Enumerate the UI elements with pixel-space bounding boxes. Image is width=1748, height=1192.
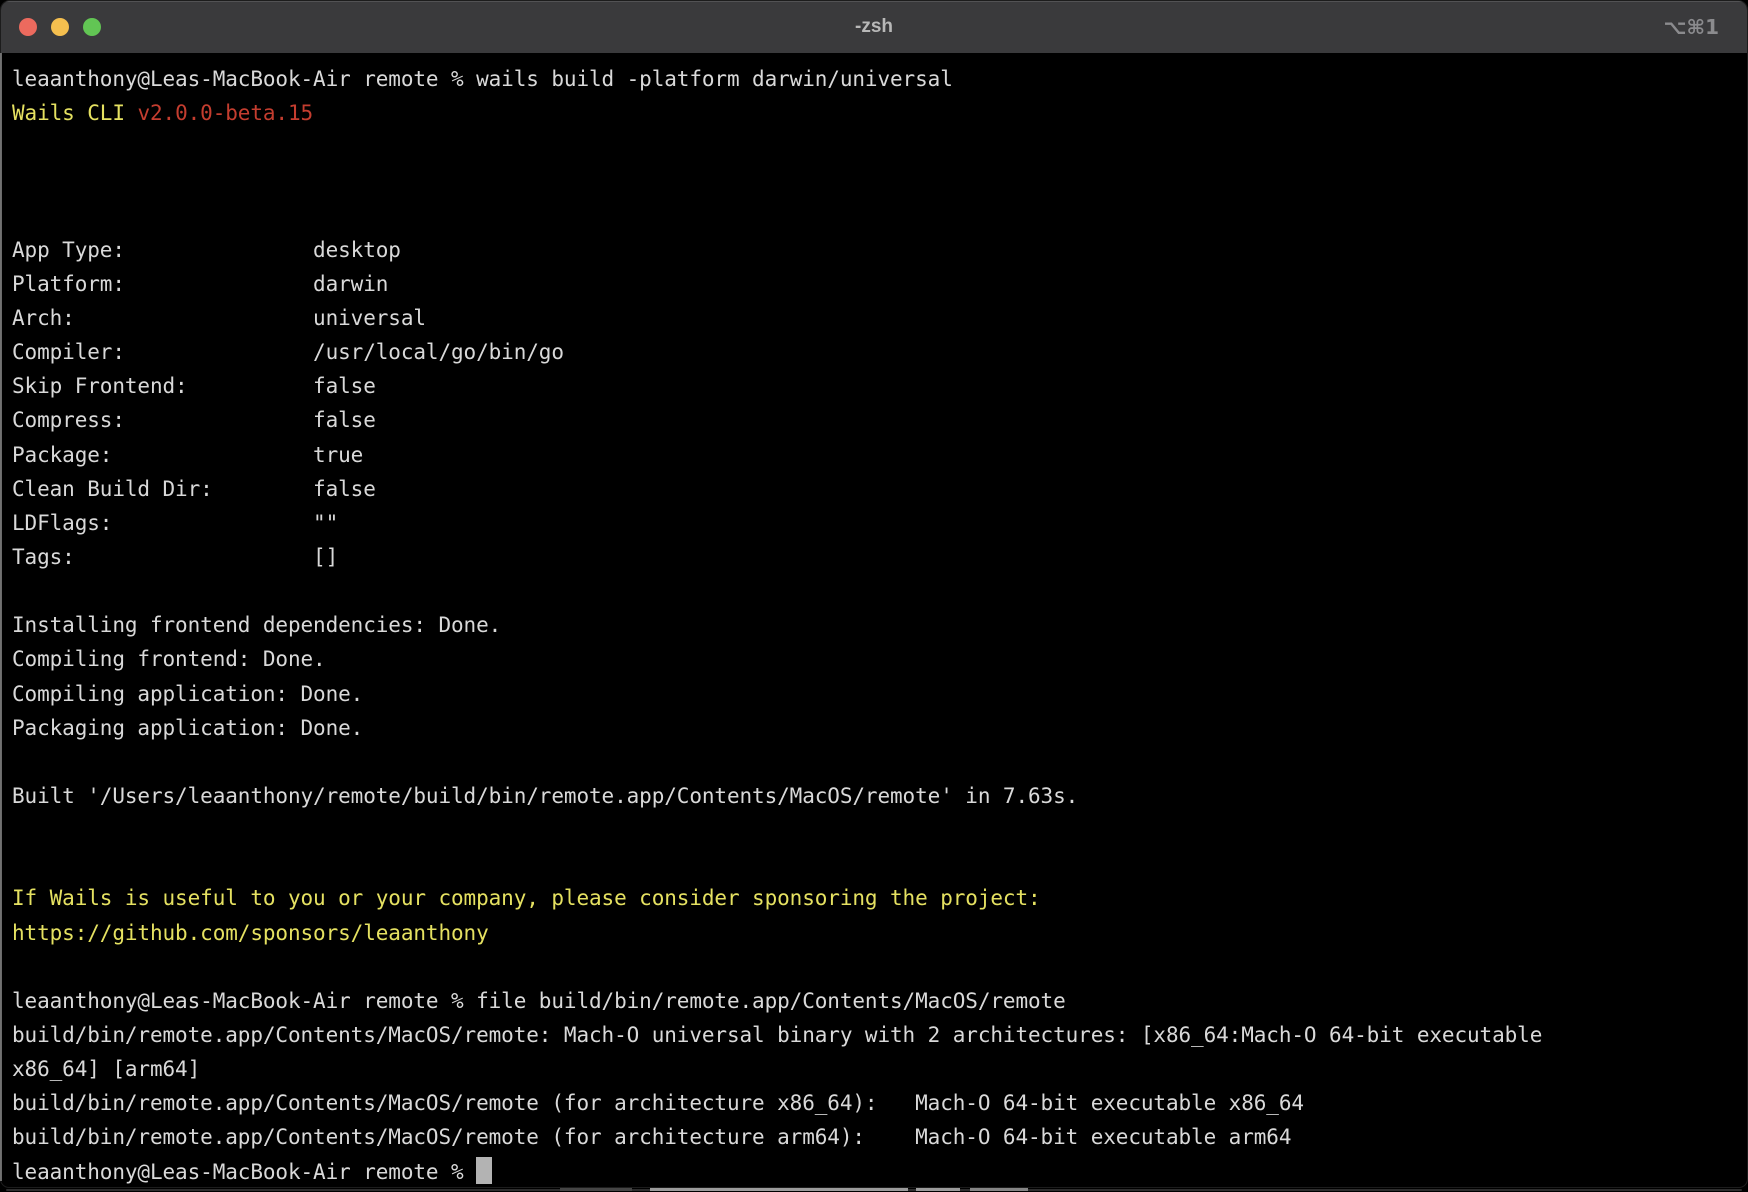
terminal-window: -zsh ⌥⌘1 leaanthony@Leas-MacBook-Air rem… (0, 0, 1748, 1188)
terminal-cursor (476, 1157, 492, 1184)
terminal-text-segment: v2.0.0-beta.15 (137, 101, 313, 125)
terminal-line: If Wails is useful to you or your compan… (12, 881, 1737, 915)
terminal-line: Compiling frontend: Done. (12, 642, 1737, 676)
terminal-text-segment: Wails CLI (12, 101, 137, 125)
terminal-text-segment: Compress: false (12, 408, 376, 432)
terminal-output: leaanthony@Leas-MacBook-Air remote % wai… (12, 62, 1737, 1188)
terminal-text-segment: Installing frontend dependencies: Done. (12, 613, 501, 637)
terminal-line: leaanthony@Leas-MacBook-Air remote % (12, 1155, 1737, 1189)
terminal-line: Package: true (12, 438, 1737, 472)
terminal-line: Compress: false (12, 403, 1737, 437)
terminal-line: build/bin/remote.app/Contents/MacOS/remo… (12, 1120, 1737, 1154)
terminal-line (12, 745, 1737, 779)
terminal-line (12, 950, 1737, 984)
terminal-line: x86_64] [arm64] (12, 1052, 1737, 1086)
terminal-line: build/bin/remote.app/Contents/MacOS/remo… (12, 1018, 1737, 1052)
terminal-line: App Type: desktop (12, 233, 1737, 267)
terminal-text-segment: leaanthony@Leas-MacBook-Air remote % (12, 1160, 476, 1184)
terminal-line: build/bin/remote.app/Contents/MacOS/remo… (12, 1086, 1737, 1120)
terminal-text-segment: leaanthony@Leas-MacBook-Air remote % wai… (12, 67, 953, 91)
tab-shortcut-badge: ⌥⌘1 (1663, 1, 1719, 53)
terminal-text-segment: Compiling frontend: Done. (12, 647, 326, 671)
terminal-text-segment: build/bin/remote.app/Contents/MacOS/remo… (12, 1091, 1304, 1115)
terminal-text-segment: build/bin/remote.app/Contents/MacOS/remo… (12, 1125, 1291, 1149)
terminal-line: Arch: universal (12, 301, 1737, 335)
terminal-line: leaanthony@Leas-MacBook-Air remote % fil… (12, 984, 1737, 1018)
terminal-line: leaanthony@Leas-MacBook-Air remote % wai… (12, 62, 1737, 96)
terminal-line: LDFlags: "" (12, 506, 1737, 540)
terminal-line: Wails CLI v2.0.0-beta.15 (12, 96, 1737, 130)
terminal-text-segment: App Type: desktop (12, 238, 401, 262)
terminal-text-segment: LDFlags: "" (12, 511, 338, 535)
terminal-text-segment: If Wails is useful to you or your compan… (12, 886, 1041, 910)
terminal-line (12, 574, 1737, 608)
terminal-text-segment: Package: true (12, 443, 363, 467)
terminal-line: Clean Build Dir: false (12, 472, 1737, 506)
terminal-text-segment: https://github.com/sponsors/leaanthony (12, 921, 489, 945)
terminal-line (12, 130, 1737, 164)
terminal-text-segment: Platform: darwin (12, 272, 388, 296)
terminal-text-segment: Skip Frontend: false (12, 374, 376, 398)
terminal-text-segment: Arch: universal (12, 306, 426, 330)
terminal-text-segment: Tags: [] (12, 545, 338, 569)
terminal-text-segment: Built '/Users/leaanthony/remote/build/bi… (12, 784, 1078, 808)
terminal-text-segment: x86_64] [arm64] (12, 1057, 200, 1081)
terminal-line (12, 164, 1737, 198)
terminal-text-segment: build/bin/remote.app/Contents/MacOS/remo… (12, 1023, 1542, 1047)
terminal-line: https://github.com/sponsors/leaanthony (12, 916, 1737, 950)
terminal-text-segment: Clean Build Dir: false (12, 477, 376, 501)
titlebar[interactable]: -zsh ⌥⌘1 (1, 1, 1747, 54)
terminal-text-segment: Compiling application: Done. (12, 682, 363, 706)
terminal-screen[interactable]: leaanthony@Leas-MacBook-Air remote % wai… (1, 54, 1747, 1188)
terminal-line: Packaging application: Done. (12, 711, 1737, 745)
terminal-line: Installing frontend dependencies: Done. (12, 608, 1737, 642)
terminal-line (12, 847, 1737, 881)
terminal-line: Compiling application: Done. (12, 677, 1737, 711)
terminal-line: Platform: darwin (12, 267, 1737, 301)
terminal-line: Skip Frontend: false (12, 369, 1737, 403)
terminal-text-segment: Compiler: /usr/local/go/bin/go (12, 340, 564, 364)
terminal-text-segment: Packaging application: Done. (12, 716, 363, 740)
terminal-line (12, 813, 1737, 847)
terminal-line: Tags: [] (12, 540, 1737, 574)
terminal-line: Built '/Users/leaanthony/remote/build/bi… (12, 779, 1737, 813)
window-title: -zsh (1, 1, 1747, 53)
window-left-edge-highlight (0, 53, 2, 1181)
terminal-text-segment: leaanthony@Leas-MacBook-Air remote % fil… (12, 989, 1066, 1013)
terminal-line: Compiler: /usr/local/go/bin/go (12, 335, 1737, 369)
terminal-line (12, 199, 1737, 233)
